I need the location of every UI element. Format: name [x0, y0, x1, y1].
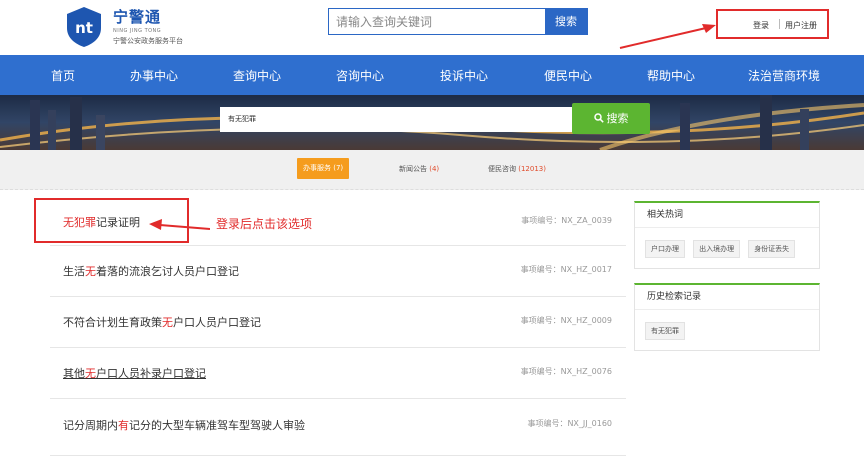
result-code: 事项编号：NX_HZ_0076: [520, 367, 612, 376]
brand-english: NING JING TONG: [113, 28, 162, 34]
result-row: 其他无户口人员补录户口登记 事项编号：NX_HZ_0076: [50, 349, 626, 399]
nav-business-environment[interactable]: 法治营商环境: [748, 67, 820, 84]
tab-services-count: (7): [333, 164, 344, 172]
search-history-panel: 历史检索记录 有无犯罪: [634, 283, 820, 351]
search-icon: [593, 113, 604, 123]
nav-consult-center[interactable]: 咨询中心: [336, 67, 384, 84]
result-title-highlight: 无: [85, 367, 96, 380]
top-search-input[interactable]: [329, 9, 547, 34]
result-title-rest: 户口人员补录户口登记: [96, 367, 206, 380]
brand: 宁警通 NING JING TONG 宁警公安政务服务平台: [113, 6, 183, 46]
search-history-tags: 有无犯罪: [635, 310, 819, 348]
result-title-highlight: 无: [85, 265, 96, 278]
hot-words-title: 相关热词: [635, 203, 819, 228]
nav-complaint-center[interactable]: 投诉中心: [440, 67, 488, 84]
tab-news[interactable]: 新闻公告 (4): [399, 164, 439, 174]
tab-news-label: 新闻公告: [399, 165, 427, 173]
nav-query-center[interactable]: 查询中心: [233, 67, 281, 84]
search-banner: 有无犯罪 搜索: [0, 95, 864, 150]
hot-tag[interactable]: 出入境办理: [693, 240, 741, 258]
auth-divider: [779, 19, 780, 29]
annotation-arrow-icon: [619, 24, 716, 49]
tab-consult-label: 便民咨询: [488, 165, 516, 173]
main-nav: 首页 办事中心 查询中心 咨询中心 投诉中心 便民中心 帮助中心 法治营商环境: [0, 55, 864, 95]
brand-subtitle: 宁警公安政务服务平台: [113, 37, 183, 45]
login-link[interactable]: 登录: [753, 20, 769, 31]
auth-links-highlight: 登录 用户注册: [716, 9, 829, 39]
banner-search-value: 有无犯罪: [228, 115, 256, 123]
result-code: 事项编号：NX_HZ_0009: [520, 316, 612, 325]
result-row: 不符合计划生育政策无户口人员户口登记 事项编号：NX_HZ_0009: [50, 298, 626, 348]
banner-search-label: 搜索: [606, 112, 629, 125]
result-code: 事项编号：NX_JJ_0160: [527, 419, 612, 428]
result-title[interactable]: 不符合计划生育政策无户口人员户口登记: [63, 314, 261, 330]
nav-convenience-center[interactable]: 便民中心: [544, 67, 592, 84]
banner-search-button[interactable]: 搜索: [572, 103, 650, 134]
hot-tag[interactable]: 户口办理: [645, 240, 685, 258]
result-title-rest: 记分的大型车辆准驾车型驾驶人审验: [129, 419, 305, 432]
result-title-rest: 着落的流浪乞讨人员户口登记: [96, 265, 239, 278]
search-history-title: 历史检索记录: [635, 285, 819, 310]
register-link[interactable]: 用户注册: [785, 20, 817, 31]
hot-tag[interactable]: 身份证丢失: [748, 240, 796, 258]
result-code: 事项编号：NX_ZA_0039: [521, 216, 612, 225]
result-row: 生活无着落的流浪乞讨人员户口登记 事项编号：NX_HZ_0017: [50, 247, 626, 297]
ningjingtong-logo-icon[interactable]: nt: [64, 6, 104, 48]
site-header: nt 宁警通 NING JING TONG 宁警公安政务服务平台 搜索 登录 用…: [0, 0, 864, 55]
hot-words-tags: 户口办理 出入境办理 身份证丢失: [635, 228, 819, 266]
tab-news-count: (4): [429, 165, 440, 173]
annotation-arrow-icon: [149, 219, 210, 230]
history-tag[interactable]: 有无犯罪: [645, 322, 685, 340]
result-title[interactable]: 记分周期内有记分的大型车辆准驾车型驾驶人审验: [63, 417, 305, 433]
top-search-box: 搜索: [328, 8, 588, 35]
annotation-text: 登录后点击该选项: [216, 217, 313, 231]
result-tabs: 办事服务 (7) 新闻公告 (4) 便民咨询 (12013): [0, 150, 864, 190]
result-title-highlight: 有: [118, 419, 129, 432]
banner-search-field[interactable]: 有无犯罪: [220, 107, 572, 132]
result-title-highlight: 无: [162, 316, 173, 329]
tab-consult[interactable]: 便民咨询 (12013): [488, 164, 546, 174]
result-title[interactable]: 其他无户口人员补录户口登记: [63, 365, 206, 381]
nav-service-center[interactable]: 办事中心: [130, 67, 178, 84]
brand-name: 宁警通: [113, 8, 162, 26]
result-title-pre: 记分周期内: [63, 419, 118, 432]
hot-words-panel: 相关热词 户口办理 出入境办理 身份证丢失: [634, 201, 820, 269]
result-title-pre: 生活: [63, 265, 85, 278]
nav-home[interactable]: 首页: [51, 67, 75, 84]
result-title-pre: 不符合计划生育政策: [63, 316, 162, 329]
tab-consult-count: (12013): [518, 165, 546, 173]
result-row: 记分周期内有记分的大型车辆准驾车型驾驶人审验 事项编号：NX_JJ_0160: [50, 400, 626, 456]
result-title-rest: 户口人员户口登记: [173, 316, 261, 329]
top-search-button[interactable]: 搜索: [545, 8, 587, 35]
result-code: 事项编号：NX_HZ_0017: [520, 265, 612, 274]
result-title-pre: 其他: [63, 367, 85, 380]
nav-help-center[interactable]: 帮助中心: [647, 67, 695, 84]
result-title[interactable]: 生活无着落的流浪乞讨人员户口登记: [63, 263, 239, 279]
tab-services-label: 办事服务: [303, 164, 331, 172]
svg-text:nt: nt: [75, 19, 93, 37]
tab-services[interactable]: 办事服务 (7): [297, 158, 350, 179]
